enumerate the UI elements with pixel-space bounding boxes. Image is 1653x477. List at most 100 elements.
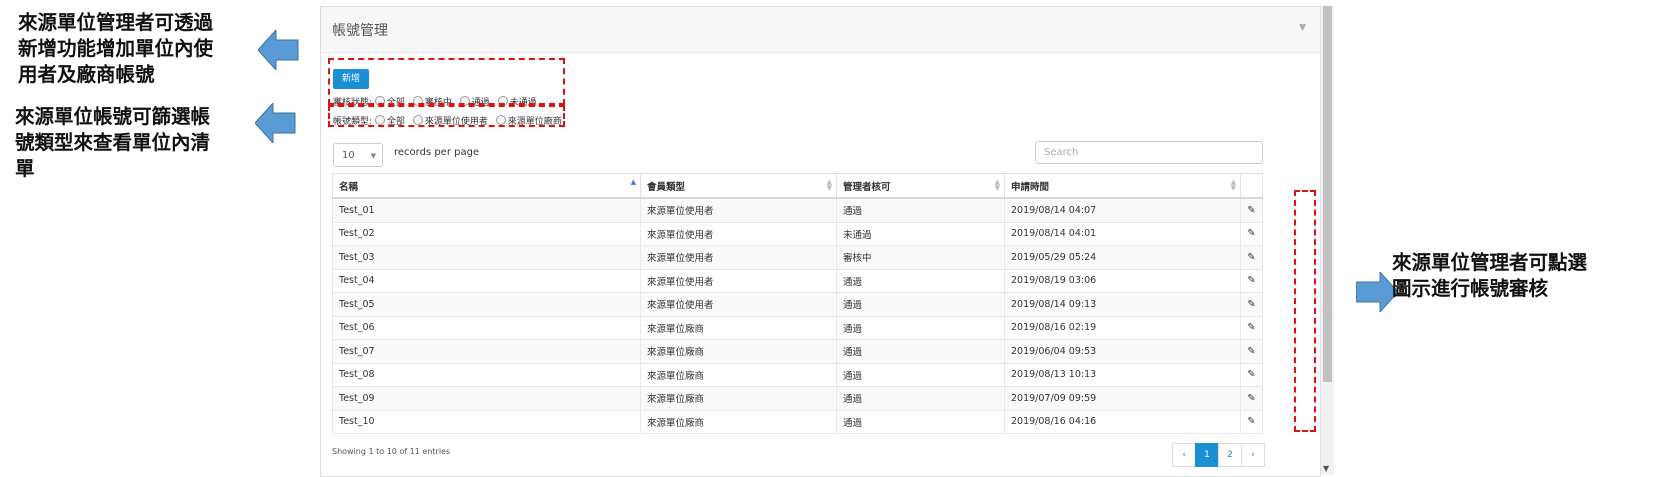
accounts-table: 名稱 ▲ 會員類型 ▲ ▼ 管理者核可 ▲ ▼ 申請時間 ▲ ▼ Test_01 來源單位使用者… [332, 173, 1263, 434]
cell-type: 來源單位廠商 [640, 386, 837, 411]
pencil-icon[interactable]: ✎ [1240, 221, 1263, 246]
table-row: Test_01 來源單位使用者 通過 2019/08/14 04:07 ✎ [332, 197, 1263, 223]
search-input[interactable]: Search [1035, 141, 1263, 164]
cell-time: 2019/08/13 10:13 [1004, 362, 1241, 387]
column-header-time[interactable]: 申請時間 ▲ ▼ [1004, 173, 1241, 199]
cell-name: Test_10 [332, 409, 641, 434]
table-row: Test_09 來源單位廠商 通過 2019/07/09 09:59 ✎ [332, 386, 1263, 411]
annotation-line: 來源單位管理者可點選 [1392, 251, 1588, 274]
cell-name: Test_02 [332, 221, 641, 246]
column-header-name[interactable]: 名稱 ▲ [332, 173, 641, 199]
collapse-caret-icon[interactable]: ▼ [1299, 23, 1306, 33]
cell-type: 來源單位使用者 [640, 197, 837, 223]
table-info: Showing 1 to 10 of 11 entries [332, 447, 451, 456]
cell-approval: 通過 [836, 292, 1005, 317]
scrollbar-thumb[interactable] [1323, 6, 1332, 382]
cell-name: Test_04 [332, 268, 641, 293]
cell-type: 來源單位廠商 [640, 409, 837, 434]
cell-time: 2019/08/14 04:07 [1004, 197, 1241, 223]
pagination-page-1[interactable]: 1 [1195, 443, 1219, 467]
annotation-line: 來源單位管理者可透過 [18, 11, 214, 34]
annotation-line: 單 [15, 157, 35, 180]
pagination: ‹ 1 2 › [1172, 443, 1265, 467]
cell-type: 來源單位使用者 [640, 292, 837, 317]
column-header-approval[interactable]: 管理者核可 ▲ ▼ [836, 173, 1005, 199]
annotation-line: 新增功能增加單位內使 [18, 37, 214, 60]
pencil-icon[interactable]: ✎ [1240, 315, 1263, 340]
cell-name: Test_03 [332, 245, 641, 270]
sort-icon: ▲ ▼ [994, 178, 1000, 192]
table-row: Test_07 來源單位廠商 通過 2019/06/04 09:53 ✎ [332, 339, 1263, 364]
pagination-page-2[interactable]: 2 [1218, 443, 1242, 467]
highlight-add-filter [328, 58, 565, 105]
cell-time: 2019/08/19 03:06 [1004, 268, 1241, 293]
pencil-icon[interactable]: ✎ [1240, 362, 1263, 387]
chevron-down-icon: ▼ [370, 152, 376, 160]
scrollbar[interactable]: ▼ [1320, 6, 1334, 475]
highlight-edit-column [1294, 190, 1316, 432]
panel-header: 帳號管理 ▼ [321, 7, 1320, 53]
page-length-label: records per page [394, 147, 480, 158]
column-header-type[interactable]: 會員類型 ▲ ▼ [640, 173, 837, 199]
cell-time: 2019/05/29 05:24 [1004, 245, 1241, 270]
pencil-icon[interactable]: ✎ [1240, 339, 1263, 364]
cell-time: 2019/07/09 09:59 [1004, 386, 1241, 411]
pencil-icon[interactable]: ✎ [1240, 268, 1263, 293]
annotation-line: 號類型來查看單位內清 [15, 131, 211, 154]
arrow-left-icon [258, 30, 299, 70]
highlight-type-filter [328, 105, 565, 127]
cell-approval: 未通過 [836, 221, 1005, 246]
pagination-prev[interactable]: ‹ [1172, 443, 1196, 467]
cell-approval: 通過 [836, 315, 1005, 340]
cell-name: Test_08 [332, 362, 641, 387]
cell-time: 2019/08/16 04:16 [1004, 409, 1241, 434]
table-row: Test_08 來源單位廠商 通過 2019/08/13 10:13 ✎ [332, 362, 1263, 387]
pagination-next[interactable]: › [1241, 443, 1265, 467]
table-row: Test_06 來源單位廠商 通過 2019/08/16 02:19 ✎ [332, 315, 1263, 340]
cell-type: 來源單位廠商 [640, 362, 837, 387]
cell-name: Test_07 [332, 339, 641, 364]
cell-approval: 審核中 [836, 245, 1005, 270]
table-row: Test_02 來源單位使用者 未通過 2019/08/14 04:01 ✎ [332, 221, 1263, 246]
page-length-select[interactable]: 10 ▼ [333, 143, 383, 167]
cell-approval: 通過 [836, 362, 1005, 387]
cell-name: Test_09 [332, 386, 641, 411]
annotation-filter-note: 來源單位帳號可篩選帳 號類型來查看單位內清 單 [15, 104, 210, 182]
cell-time: 2019/08/14 04:01 [1004, 221, 1241, 246]
cell-approval: 通過 [836, 339, 1005, 364]
cell-type: 來源單位使用者 [640, 245, 837, 270]
sort-icon: ▲ ▼ [826, 178, 832, 192]
cell-type: 來源單位使用者 [640, 221, 837, 246]
arrow-left-icon [255, 103, 296, 143]
annotation-line: 圖示進行帳號審核 [1392, 277, 1549, 300]
pencil-icon[interactable]: ✎ [1240, 292, 1263, 317]
table-row: Test_03 來源單位使用者 審核中 2019/05/29 05:24 ✎ [332, 245, 1263, 270]
cell-name: Test_06 [332, 315, 641, 340]
annotation-add-note: 來源單位管理者可透過 新增功能增加單位內使 用者及廠商帳號 [18, 10, 213, 88]
pencil-icon[interactable]: ✎ [1240, 245, 1263, 270]
cell-type: 來源單位廠商 [640, 339, 837, 364]
sort-icon: ▲ ▼ [1230, 178, 1236, 192]
annotation-line: 用者及廠商帳號 [18, 63, 155, 86]
cell-approval: 通過 [836, 197, 1005, 223]
pencil-icon[interactable]: ✎ [1240, 409, 1263, 434]
cell-type: 來源單位使用者 [640, 268, 837, 293]
cell-name: Test_05 [332, 292, 641, 317]
cell-approval: 通過 [836, 268, 1005, 293]
pencil-icon[interactable]: ✎ [1240, 386, 1263, 411]
table-row: Test_10 來源單位廠商 通過 2019/08/16 04:16 ✎ [332, 409, 1263, 434]
table-row: Test_04 來源單位使用者 通過 2019/08/19 03:06 ✎ [332, 268, 1263, 293]
cell-time: 2019/06/04 09:53 [1004, 339, 1241, 364]
annotation-line: 來源單位帳號可篩選帳 [15, 105, 211, 128]
cell-type: 來源單位廠商 [640, 315, 837, 340]
pencil-icon[interactable]: ✎ [1240, 197, 1263, 223]
panel-title: 帳號管理 [332, 23, 388, 39]
sort-asc-icon: ▲ [630, 178, 636, 186]
cell-name: Test_01 [332, 197, 641, 223]
cell-time: 2019/08/16 02:19 [1004, 315, 1241, 340]
table-row: Test_05 來源單位使用者 通過 2019/08/14 09:13 ✎ [332, 292, 1263, 317]
column-header-action [1240, 173, 1263, 199]
annotation-edit-note: 來源單位管理者可點選 圖示進行帳號審核 [1392, 250, 1587, 302]
cell-time: 2019/08/14 09:13 [1004, 292, 1241, 317]
scroll-down-arrow-icon[interactable]: ▼ [1323, 464, 1329, 473]
